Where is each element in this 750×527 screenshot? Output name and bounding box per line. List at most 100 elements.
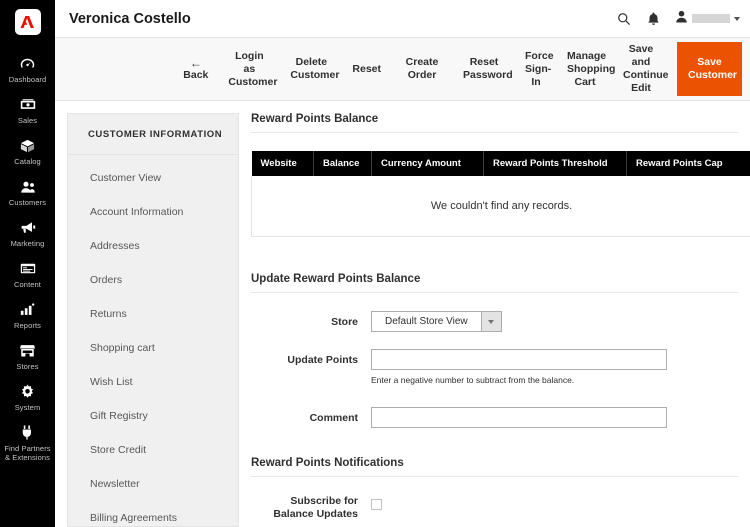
reward-points-balance-title: Reward Points Balance <box>251 113 738 133</box>
empty-records-message: We couldn't find any records. <box>251 176 750 237</box>
back-arrow-icon: ← <box>189 55 202 70</box>
column-header-reward-points-cap[interactable]: Reward Points Cap <box>626 151 750 176</box>
gnav-label: Customers <box>8 198 47 207</box>
adobe-logo-glyph <box>20 16 34 28</box>
gnav-item-customers[interactable]: Customers <box>0 172 55 213</box>
column-header-reward-points-threshold[interactable]: Reward Points Threshold <box>483 151 627 176</box>
gnav-item-content[interactable]: Content <box>0 254 55 295</box>
sidebar-item-addresses[interactable]: Addresses <box>68 229 238 263</box>
table-empty-row: We couldn't find any records. <box>251 176 750 237</box>
user-name <box>692 14 730 23</box>
admin-page: Dashboard Sales Catalog Customers Market <box>0 0 750 527</box>
reset-button[interactable]: Reset <box>342 59 391 80</box>
store-field-row: Store Default Store View <box>251 311 738 332</box>
column-header-website[interactable]: Website <box>251 151 314 176</box>
bell-icon[interactable] <box>645 10 662 27</box>
back-button-label: Back <box>183 68 209 81</box>
gnav-item-system[interactable]: System <box>0 377 55 418</box>
login-as-customer-button[interactable]: Login as Customer <box>218 46 280 93</box>
save-and-continue-edit-button[interactable]: Save and Continue Edit <box>613 39 669 99</box>
subscribe-field-row: Subscribe for Balance Updates <box>251 495 738 521</box>
sidebar-item-newsletter[interactable]: Newsletter <box>68 467 238 501</box>
sidebar-item-wish-list[interactable]: Wish List <box>68 365 238 399</box>
back-button[interactable]: ← Back <box>169 53 218 86</box>
create-order-button[interactable]: Create Order <box>391 52 453 86</box>
user-menu[interactable] <box>675 10 740 28</box>
table-header-row: Website Balance Currency Amount Reward P… <box>251 151 750 176</box>
comment-field-row: Comment <box>251 407 738 428</box>
force-sign-in-button[interactable]: Force Sign-In <box>515 46 557 93</box>
gnav-label: Catalog <box>14 157 41 166</box>
store-select-value: Default Store View <box>385 316 468 327</box>
sidebar-item-store-credit[interactable]: Store Credit <box>68 433 238 467</box>
extensions-plug-icon <box>21 424 35 441</box>
gnav-item-stores[interactable]: Stores <box>0 336 55 377</box>
comment-label: Comment <box>309 412 358 424</box>
sidebar-item-customer-view[interactable]: Customer View <box>68 161 238 195</box>
reports-bar-chart-icon <box>20 301 35 318</box>
gnav-label: Sales <box>17 116 38 125</box>
comment-input[interactable] <box>371 407 667 428</box>
adobe-commerce-logo[interactable] <box>14 9 41 35</box>
store-select[interactable]: Default Store View <box>371 311 502 332</box>
gnav-label: Dashboard <box>8 75 47 84</box>
dashboard-gauge-icon <box>20 55 35 72</box>
store-label: Store <box>331 316 358 328</box>
gnav-label: Find Partners & Extensions <box>4 444 51 462</box>
gnav-item-reports[interactable]: Reports <box>0 295 55 336</box>
sidebar-item-shopping-cart[interactable]: Shopping cart <box>68 331 238 365</box>
gnav-item-marketing[interactable]: Marketing <box>0 213 55 254</box>
chevron-down-icon <box>734 16 740 21</box>
subscribe-label: Subscribe for Balance Updates <box>273 495 358 520</box>
marketing-megaphone-icon <box>20 219 36 236</box>
page-body: Veronica Costello ← Back Login as Custom… <box>55 0 750 527</box>
gnav-item-catalog[interactable]: Catalog <box>0 131 55 172</box>
user-avatar-icon <box>675 10 688 28</box>
reward-points-main: Reward Points Balance Website Balance Cu… <box>251 113 750 527</box>
gnav-label: Reports <box>14 321 41 330</box>
header-actions <box>615 10 740 28</box>
manage-shopping-cart-button[interactable]: Manage Shopping Cart <box>557 46 615 93</box>
gnav-item-dashboard[interactable]: Dashboard <box>0 49 55 90</box>
chevron-down-icon <box>480 312 501 331</box>
update-points-label: Update Points <box>287 354 358 366</box>
page-title: Veronica Costello <box>69 10 191 27</box>
column-header-balance[interactable]: Balance <box>313 151 372 176</box>
comment-field-control <box>371 407 738 428</box>
reset-password-button[interactable]: Reset Password <box>453 52 515 86</box>
update-points-field-row: Update Points Enter a negative number to… <box>251 349 738 386</box>
column-header-currency-amount[interactable]: Currency Amount <box>371 151 484 176</box>
customer-information-list: Customer View Account Information Addres… <box>68 155 238 527</box>
update-points-input[interactable] <box>371 349 667 370</box>
sidebar-item-billing-agreements[interactable]: Billing Agreements <box>68 501 238 527</box>
store-field-control: Default Store View <box>371 311 738 332</box>
sidebar-item-account-information[interactable]: Account Information <box>68 195 238 229</box>
catalog-box-icon <box>20 137 35 154</box>
gnav-item-sales[interactable]: Sales <box>0 90 55 131</box>
gnav-label: Stores <box>16 362 39 371</box>
update-points-note: Enter a negative number to subtract from… <box>371 375 575 385</box>
gnav-label: Marketing <box>10 239 45 248</box>
delete-customer-button[interactable]: Delete Customer <box>280 52 342 86</box>
customers-people-icon <box>20 178 36 195</box>
page-content: CUSTOMER INFORMATION Customer View Accou… <box>55 101 750 527</box>
update-points-field-control: Enter a negative number to subtract from… <box>371 349 738 386</box>
reward-points-balance-table: Website Balance Currency Amount Reward P… <box>251 151 750 237</box>
content-window-icon <box>20 260 36 277</box>
gnav-label: System <box>14 403 41 412</box>
update-reward-points-balance-title: Update Reward Points Balance <box>251 273 738 293</box>
global-sidebar: Dashboard Sales Catalog Customers Market <box>0 0 55 527</box>
page-actions-toolbar: ← Back Login as Customer Delete Customer… <box>55 37 750 101</box>
gnav-label: Content <box>14 280 41 289</box>
save-customer-button[interactable]: Save Customer <box>677 42 742 96</box>
sidebar-item-orders[interactable]: Orders <box>68 263 238 297</box>
search-icon[interactable] <box>615 10 632 27</box>
sidebar-item-returns[interactable]: Returns <box>68 297 238 331</box>
subscribe-balance-updates-checkbox[interactable] <box>371 499 382 510</box>
sidebar-item-gift-registry[interactable]: Gift Registry <box>68 399 238 433</box>
system-gear-icon <box>20 383 35 400</box>
sales-money-icon <box>20 96 36 113</box>
customer-information-title: CUSTOMER INFORMATION <box>68 114 238 155</box>
stores-storefront-icon <box>20 342 35 359</box>
gnav-item-find-partners-extensions[interactable]: Find Partners & Extensions <box>0 418 55 468</box>
